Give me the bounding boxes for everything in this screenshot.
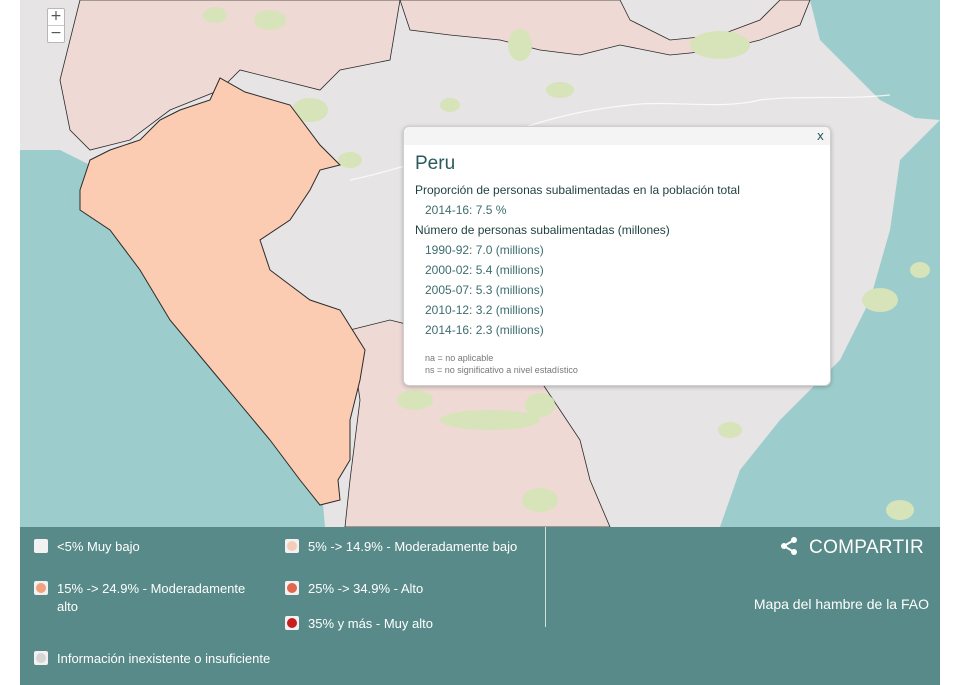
zoom-control: + − bbox=[47, 8, 65, 43]
section-proportion-title: Proporción de personas subalimentadas en… bbox=[415, 183, 740, 197]
number-row: 2005-07: 5.3 (millions) bbox=[425, 283, 544, 297]
legend-swatch bbox=[285, 616, 299, 630]
note-na: na = no aplicable bbox=[425, 353, 494, 363]
legend-label: 25% -> 34.9% - Alto bbox=[308, 581, 424, 596]
legend-dot bbox=[36, 653, 46, 663]
legend-swatch bbox=[285, 581, 299, 595]
share-label: COMPARTIR bbox=[809, 537, 924, 558]
legend-swatch bbox=[34, 539, 48, 553]
number-row: 2010-12: 3.2 (millions) bbox=[425, 303, 544, 317]
legend-swatch bbox=[34, 651, 48, 665]
share-button[interactable]: COMPARTIR bbox=[779, 536, 924, 559]
legend-dot bbox=[287, 541, 297, 551]
legend-swatch bbox=[285, 539, 299, 553]
legend-label: 5% -> 14.9% - Moderadamente bajo bbox=[308, 539, 518, 554]
note-ns: ns = no significativo a nivel estadístic… bbox=[425, 365, 578, 375]
popup-header bbox=[404, 127, 830, 145]
legend-divider bbox=[545, 527, 546, 627]
zoom-in-button[interactable]: + bbox=[48, 9, 64, 25]
legend-label: <5% Muy bajo bbox=[57, 539, 140, 554]
legend-dot bbox=[36, 541, 46, 551]
number-row: 2000-02: 5.4 (millions) bbox=[425, 263, 544, 277]
legend-swatch bbox=[34, 581, 48, 595]
close-button[interactable]: x bbox=[817, 129, 824, 143]
legend-label: 15% -> 24.9% - Moderadamente alto bbox=[57, 581, 246, 614]
proportion-row: 2014-16: 7.5 % bbox=[425, 203, 507, 217]
legend-dot bbox=[36, 583, 46, 593]
popup-country-name: Peru bbox=[415, 153, 456, 174]
legend-label: 35% y más - Muy alto bbox=[308, 616, 433, 631]
legend-dot bbox=[287, 618, 297, 628]
legend-label: Información inexistente o insuficiente bbox=[57, 651, 271, 666]
section-number-title: Número de personas subalimentadas (millo… bbox=[415, 223, 670, 237]
legend-dot bbox=[287, 583, 297, 593]
country-popup: x Peru Proporción de personas subaliment… bbox=[403, 126, 831, 386]
fao-map-title: Mapa del hambre de la FAO bbox=[753, 596, 929, 612]
zoom-out-button[interactable]: − bbox=[48, 25, 64, 42]
legend-panel: <5% Muy bajo 5% -> 14.9% - Moderadamente… bbox=[20, 527, 940, 685]
number-row: 2014-16: 2.3 (millions) bbox=[425, 323, 544, 337]
number-row: 1990-92: 7.0 (millions) bbox=[425, 243, 544, 257]
share-icon bbox=[781, 537, 798, 555]
